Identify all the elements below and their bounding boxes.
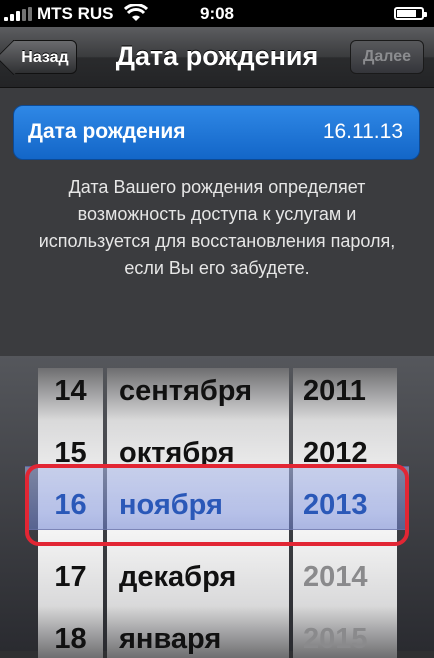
status-time: 9:08 bbox=[199, 4, 235, 23]
status-bar: MTS RUS 9:08 bbox=[0, 0, 434, 27]
year-option[interactable]: 2011 bbox=[303, 368, 397, 422]
battery-level bbox=[397, 10, 417, 17]
month-option[interactable]: сентября bbox=[119, 368, 289, 422]
birth-date-value: 16.11.13 bbox=[322, 120, 403, 143]
next-button-label: Далее bbox=[362, 48, 412, 65]
year-option[interactable]: 2014 bbox=[303, 546, 397, 608]
page-title: Дата рождения bbox=[115, 41, 319, 71]
day-option[interactable]: 14 bbox=[38, 368, 103, 422]
birth-date-label: Дата рождения bbox=[28, 120, 186, 143]
navigation-bar: Назад Дата рождения Далее bbox=[0, 27, 434, 88]
help-text: Дата Вашего рождения определяет возможно… bbox=[38, 177, 396, 278]
back-button[interactable]: Назад bbox=[13, 40, 77, 74]
content-area: Дата рождения 16.11.13 Дата Вашего рожде… bbox=[0, 88, 434, 356]
next-button[interactable]: Далее bbox=[350, 40, 424, 74]
selection-highlight-annotation bbox=[25, 464, 409, 546]
battery-icon bbox=[394, 7, 427, 20]
day-option[interactable]: 17 bbox=[38, 546, 103, 608]
birth-date-field[interactable]: Дата рождения 16.11.13 bbox=[13, 105, 420, 160]
month-option[interactable]: декабря bbox=[119, 546, 289, 608]
back-button-label: Назад bbox=[21, 49, 69, 66]
